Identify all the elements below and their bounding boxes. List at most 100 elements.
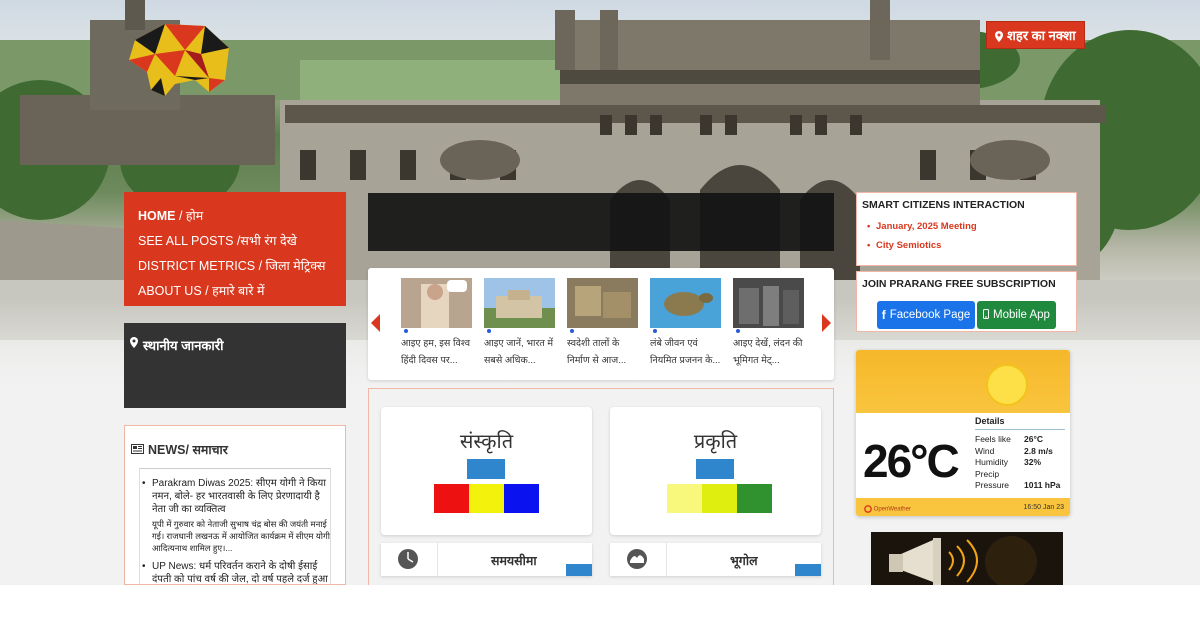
carousel-item[interactable]: स्वदेशी तालों के निर्माण से आज... (567, 278, 638, 368)
carousel-caption: आइए देखें, लंदन की (733, 338, 803, 349)
culture-color-block (504, 484, 539, 513)
carousel-caption: नियमित प्रजनन के... (650, 355, 721, 366)
weather-key: Wind (975, 445, 995, 456)
clock-icon (397, 548, 419, 575)
weather-value: 2.8 m/s (1024, 445, 1053, 456)
news-item[interactable]: UP News: धर्म परिवर्तन कराने के दोषी ईसा… (140, 560, 330, 584)
timeline-card[interactable]: समयसीमा (381, 543, 592, 576)
news-scroll-list[interactable]: Parakram Diwas 2025: सीएम योगी ने किया न… (139, 468, 331, 584)
timeline-accent-block (566, 564, 592, 576)
location-pin-icon (130, 336, 138, 351)
subscription-heading: JOIN PRARANG FREE SUBSCRIPTION (862, 278, 1056, 290)
nav-see-all-posts[interactable]: SEE ALL POSTS /सभी रंग देखे (138, 229, 332, 254)
weather-value: 1011 hPa (1024, 480, 1061, 490)
carousel-thumbnail[interactable] (567, 278, 638, 334)
mobile-app-label: Mobile App (993, 309, 1050, 321)
weather-row: Wind 2.8 m/s (975, 446, 1065, 458)
news-heading-label: NEWS/ समाचार (148, 443, 228, 457)
carousel-thumbnail[interactable] (401, 278, 472, 334)
news-summary: यूपी में गुरुवार को नेताजी सुभाष चंद्र ब… (152, 519, 330, 553)
nav-home[interactable]: HOME / होम (138, 204, 332, 229)
carousel-thumbnail[interactable] (733, 278, 804, 334)
category-panel: संस्कृति प्रकृति समयसीमा भूगोल (368, 388, 834, 585)
weather-row: Pressure 1011 hPa (975, 480, 1065, 492)
carousel-item[interactable]: आइए देखें, लंदन की भूमिगत मेट्... (733, 278, 804, 368)
carousel-caption: भूमिगत मेट्... (733, 355, 780, 366)
geography-card[interactable]: भूगोल (610, 543, 821, 576)
smart-citizens-link[interactable]: January, 2025 Meeting (867, 217, 1071, 236)
weather-key: Pressure (975, 480, 1010, 490)
carousel-caption: आइए जानें, भारत में (484, 338, 554, 349)
nav-about-us[interactable]: ABOUT US / हमारे बारे में (138, 279, 332, 304)
prarang-elephant-logo[interactable] (125, 20, 237, 98)
carousel-caption: स्वदेशी तालों के (567, 338, 620, 349)
weather-temperature: 26°C (863, 435, 960, 487)
carousel-next-arrow-icon[interactable] (822, 314, 831, 332)
nav-home-label-en: HOME (138, 209, 176, 223)
subscription-panel: JOIN PRARANG FREE SUBSCRIPTION f Faceboo… (856, 271, 1077, 332)
facebook-page-label: Facebook Page (889, 309, 971, 321)
mobile-phone-icon (983, 308, 990, 322)
weather-widget[interactable]: 26°C Details Feels like 26°C Wind 2.8 m/s … (856, 350, 1070, 516)
timeline-label: समयसीमा (491, 554, 537, 568)
news-panel: NEWS/ समाचार Parakram Diwas 2025: सीएम य… (124, 425, 346, 585)
carousel-item[interactable]: आइए जानें, भारत में सबसे अधिक... (484, 278, 555, 368)
sun-icon (986, 364, 1028, 406)
weather-details: Details Feels like 26°C Wind 2.8 m/s Humid… (975, 416, 1065, 492)
nav-posts-label-hi: /सभी रंग देखे (233, 234, 297, 248)
culture-color-block (434, 484, 469, 513)
openweather-logo[interactable]: OpenWeather (864, 505, 911, 513)
carousel-caption: आइए हम, इस विश्व (401, 338, 471, 349)
carousel-item[interactable]: आइए हम, इस विश्व हिंदी दिवस पर... (401, 278, 472, 368)
weather-provider-label: OpenWeather (873, 506, 911, 513)
weather-value: 26°C (1024, 434, 1043, 444)
news-headline[interactable]: Parakram Diwas 2025: सीएम योगी ने किया न… (152, 477, 330, 516)
news-headline[interactable]: UP News: धर्म परिवर्तन कराने के दोषी ईसा… (152, 560, 330, 584)
nav-home-label-hi: / होम (175, 209, 204, 223)
carousel-thumbnail[interactable] (484, 278, 555, 334)
weather-key: Precip (975, 468, 1000, 479)
nature-color-block (702, 484, 737, 513)
mobile-app-button[interactable]: Mobile App (977, 301, 1056, 329)
promo-megaphone-banner[interactable] (871, 532, 1063, 585)
culture-card[interactable]: संस्कृति (381, 407, 592, 535)
weather-value: 32% (1024, 457, 1042, 467)
facebook-page-button[interactable]: f Facebook Page (877, 301, 975, 329)
newspaper-icon (131, 443, 144, 457)
nature-card[interactable]: प्रकृति (610, 407, 821, 535)
map-pin-icon (995, 30, 1003, 42)
carousel-caption: सबसे अधिक... (484, 355, 536, 366)
weather-details-title: Details (975, 416, 1065, 430)
nav-posts-label-en: SEE ALL POSTS (138, 234, 234, 248)
weather-row: Feels like 26°C (975, 434, 1065, 446)
nature-title: प्रकृति (693, 431, 738, 453)
carousel-caption: हिंदी दिवस पर... (401, 355, 458, 366)
city-map-label: शहर का नक्शा (1007, 28, 1076, 43)
nav-metrics-label-en: DISTRICT METRICS (138, 259, 256, 273)
carousel-caption: निर्माण से आज... (567, 355, 627, 366)
news-item[interactable]: Parakram Diwas 2025: सीएम योगी ने किया न… (140, 477, 330, 554)
nav-about-label-en: ABOUT US (138, 284, 202, 298)
carousel-caption: लंबे जीवन एवं (650, 338, 698, 349)
nature-color-block (696, 459, 734, 479)
left-nav-menu: HOME / होम SEE ALL POSTS /सभी रंग देखे D… (124, 192, 346, 306)
city-map-button[interactable]: शहर का नक्शा (986, 21, 1085, 49)
nav-metrics-label-hi: / जिला मेट्रिक्स (255, 259, 326, 273)
culture-title: संस्कृति (459, 431, 514, 453)
local-info-panel[interactable]: स्थानीय जानकारी (124, 323, 346, 408)
banner-overlay-bar (368, 193, 834, 251)
weather-row: Humidity 32% (975, 457, 1065, 469)
carousel-prev-arrow-icon[interactable] (371, 314, 380, 332)
culture-color-block (467, 459, 505, 479)
weather-key: Feels like (975, 434, 1011, 444)
weather-sky-banner (856, 350, 1070, 413)
carousel-item[interactable]: लंबे जीवन एवं नियमित प्रजनन के... (650, 278, 721, 368)
carousel-thumbnail[interactable] (650, 278, 721, 334)
culture-color-block (469, 484, 504, 513)
geography-accent-block (795, 564, 821, 576)
posts-carousel: आइए हम, इस विश्व हिंदी दिवस पर... आइए जा… (368, 268, 834, 380)
weather-row: Precip (975, 469, 1065, 481)
nature-color-block (667, 484, 702, 513)
smart-citizens-link[interactable]: City Semiotics (867, 236, 1071, 255)
nav-district-metrics[interactable]: DISTRICT METRICS / जिला मेट्रिक्स (138, 254, 332, 279)
